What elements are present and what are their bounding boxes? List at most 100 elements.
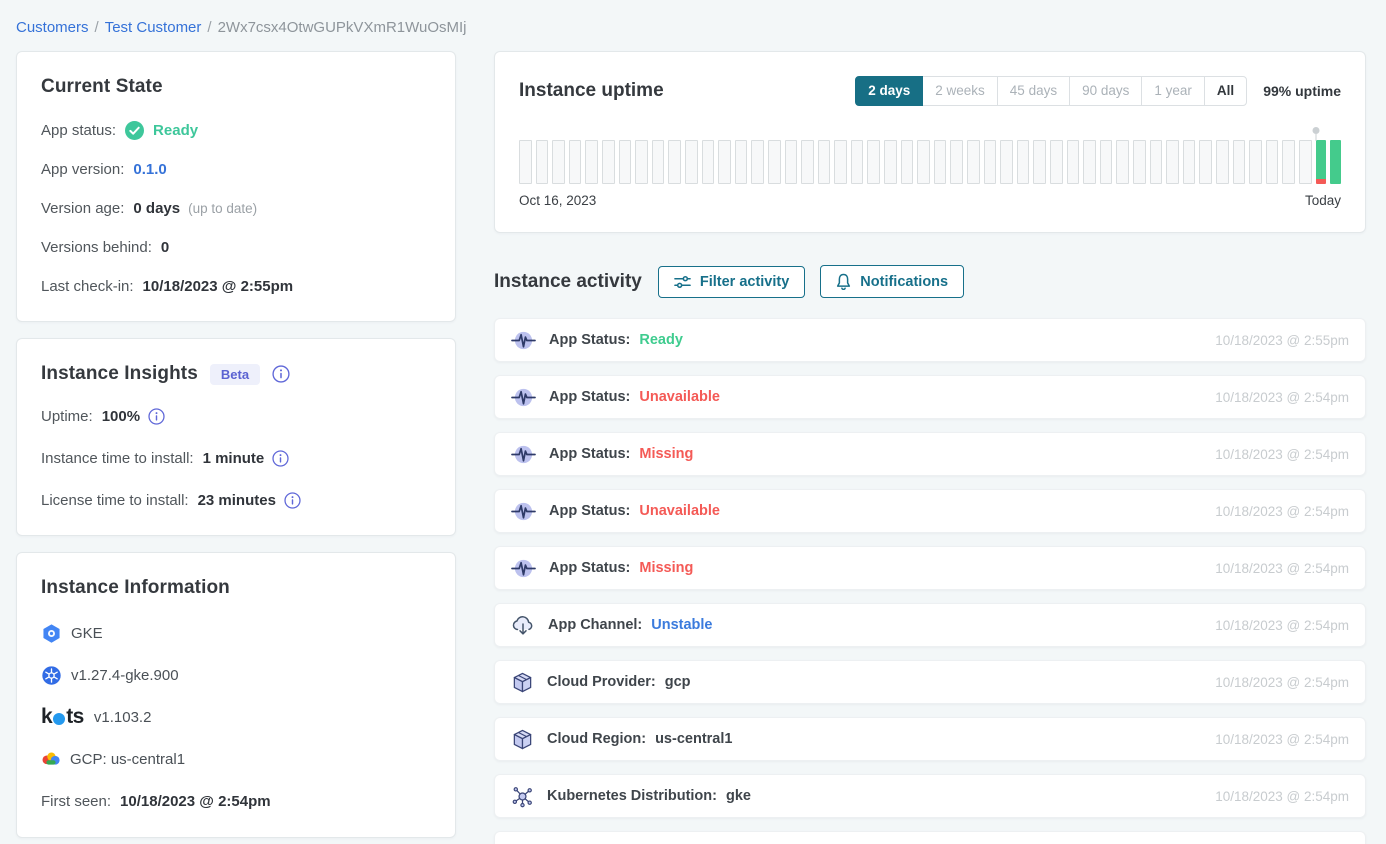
axis-start-label: Oct 16, 2023 — [519, 193, 596, 208]
uptime-bar[interactable] — [552, 140, 565, 184]
versions-behind-value: 0 — [161, 239, 169, 256]
uptime-bar[interactable] — [934, 140, 947, 184]
uptime-bar[interactable] — [652, 140, 665, 184]
instance-insights-card: Instance Insights Beta Uptime: 100% Inst… — [16, 338, 456, 536]
uptime-bar[interactable] — [1266, 140, 1279, 184]
uptime-bar[interactable] — [884, 140, 897, 184]
uptime-bar[interactable] — [735, 140, 748, 184]
last-checkin-label: Last check-in: — [41, 278, 134, 295]
main-layout: Current State App status: Ready App vers… — [0, 51, 1386, 844]
activity-row[interactable]: Cloud Provider: gcp 10/18/2023 @ 2:54pm — [494, 660, 1366, 704]
uptime-bar[interactable] — [950, 140, 963, 184]
uptime-bar[interactable] — [917, 140, 930, 184]
uptime-bar[interactable] — [1050, 140, 1063, 184]
activity-row[interactable]: App Status: Unavailable 10/18/2023 @ 2:5… — [494, 375, 1366, 419]
uptime-bar[interactable] — [519, 140, 532, 184]
version-age-value: 0 days — [133, 200, 180, 217]
uptime-bar[interactable] — [785, 140, 798, 184]
activity-row[interactable]: App Status: Unavailable 10/18/2023 @ 2:5… — [494, 489, 1366, 533]
uptime-bar[interactable] — [1150, 140, 1163, 184]
uptime-bar[interactable] — [536, 140, 549, 184]
uptime-bar[interactable] — [1133, 140, 1146, 184]
range-45-days-button[interactable]: 45 days — [997, 76, 1070, 106]
activity-row[interactable]: App Status: Missing 10/18/2023 @ 2:54pm — [494, 432, 1366, 476]
range-all-button[interactable]: All — [1204, 76, 1247, 106]
activity-row[interactable]: App Channel: Unstable 10/18/2023 @ 2:54p… — [494, 603, 1366, 647]
uptime-bar[interactable] — [1249, 140, 1262, 184]
marker-line — [1316, 134, 1317, 141]
uptime-bar[interactable] — [1100, 140, 1113, 184]
uptime-bar[interactable] — [1183, 140, 1196, 184]
activity-row[interactable]: Kubernetes Distribution: gke 10/18/2023 … — [494, 774, 1366, 818]
uptime-bar[interactable] — [1000, 140, 1013, 184]
uptime-bar[interactable] — [1216, 140, 1229, 184]
uptime-insight-label: Uptime: — [41, 408, 93, 425]
activity-row-value: us-central1 — [655, 731, 732, 747]
uptime-bar[interactable] — [1017, 140, 1030, 184]
kots-version-row: kts v1.103.2 — [41, 705, 431, 729]
uptime-bar[interactable] — [718, 140, 731, 184]
uptime-info-icon[interactable] — [148, 408, 165, 425]
first-seen-label: First seen: — [41, 793, 111, 810]
breadcrumb-test-customer-link[interactable]: Test Customer — [105, 19, 202, 36]
uptime-bar[interactable] — [1083, 140, 1096, 184]
uptime-bar[interactable] — [619, 140, 632, 184]
uptime-bar[interactable] — [1299, 140, 1312, 184]
uptime-bar[interactable] — [1166, 140, 1179, 184]
uptime-bar[interactable] — [602, 140, 615, 184]
uptime-bar[interactable] — [1233, 140, 1246, 184]
uptime-bar[interactable] — [569, 140, 582, 184]
uptime-bar[interactable] — [984, 140, 997, 184]
app-version-link[interactable]: 0.1.0 — [133, 161, 166, 178]
uptime-bar[interactable] — [1282, 140, 1295, 184]
uptime-bar[interactable] — [867, 140, 880, 184]
license-install-info-icon[interactable] — [284, 492, 301, 509]
uptime-bar[interactable] — [668, 140, 681, 184]
uptime-bar[interactable] — [967, 140, 980, 184]
activity-row[interactable]: App Status: Missing 10/18/2023 @ 2:54pm — [494, 546, 1366, 590]
uptime-bar[interactable] — [702, 140, 715, 184]
instance-install-info-icon[interactable] — [272, 450, 289, 467]
gke-icon — [41, 623, 62, 644]
uptime-bar[interactable] — [834, 140, 847, 184]
uptime-bar[interactable] — [635, 140, 648, 184]
range-90-days-button[interactable]: 90 days — [1069, 76, 1142, 106]
range-1-year-button[interactable]: 1 year — [1141, 76, 1205, 106]
uptime-bar[interactable] — [685, 140, 698, 184]
version-age-label: Version age: — [41, 200, 124, 217]
range-2-days-button[interactable]: 2 days — [855, 76, 923, 106]
uptime-bar[interactable] — [901, 140, 914, 184]
uptime-bar[interactable] — [1316, 140, 1327, 184]
uptime-bar[interactable] — [585, 140, 598, 184]
uptime-header: Instance uptime 2 days 2 weeks 45 days 9… — [519, 76, 1341, 106]
activity-row-timestamp: 10/18/2023 @ 2:54pm — [1215, 561, 1349, 576]
uptime-bar[interactable] — [1330, 140, 1341, 184]
uptime-bar[interactable] — [818, 140, 831, 184]
chart-hover-marker — [1313, 127, 1320, 141]
uptime-bar[interactable] — [801, 140, 814, 184]
filter-activity-button[interactable]: Filter activity — [658, 266, 805, 298]
uptime-bar[interactable] — [768, 140, 781, 184]
license-install-row: License time to install: 23 minutes — [41, 489, 431, 511]
activity-row[interactable]: App Status: Ready 10/18/2023 @ 2:55pm — [494, 318, 1366, 362]
uptime-insight-row: Uptime: 100% — [41, 405, 431, 427]
current-state-card: Current State App status: Ready App vers… — [16, 51, 456, 322]
activity-row-label: App Status: — [549, 332, 630, 348]
range-2-weeks-button[interactable]: 2 weeks — [922, 76, 998, 106]
uptime-bar[interactable] — [1067, 140, 1080, 184]
breadcrumb-customers-link[interactable]: Customers — [16, 19, 89, 36]
uptime-bar[interactable] — [751, 140, 764, 184]
activity-row-value: gke — [726, 788, 751, 804]
breadcrumb-separator: / — [95, 19, 99, 36]
uptime-bar[interactable] — [1116, 140, 1129, 184]
uptime-bar[interactable] — [1199, 140, 1212, 184]
activity-row[interactable]: Cloud Region: us-central1 10/18/2023 @ 2… — [494, 717, 1366, 761]
versions-behind-row: Versions behind: 0 — [41, 236, 431, 258]
instance-information-card: Instance Information GKE v1.27.4-gke.900… — [16, 552, 456, 838]
activity-list: App Status: Ready 10/18/2023 @ 2:55pm Ap… — [494, 318, 1366, 818]
last-checkin-value: 10/18/2023 @ 2:55pm — [143, 278, 294, 295]
uptime-bar[interactable] — [1033, 140, 1046, 184]
notifications-button[interactable]: Notifications — [820, 265, 964, 298]
uptime-bar[interactable] — [851, 140, 864, 184]
insights-info-icon[interactable] — [272, 365, 290, 383]
